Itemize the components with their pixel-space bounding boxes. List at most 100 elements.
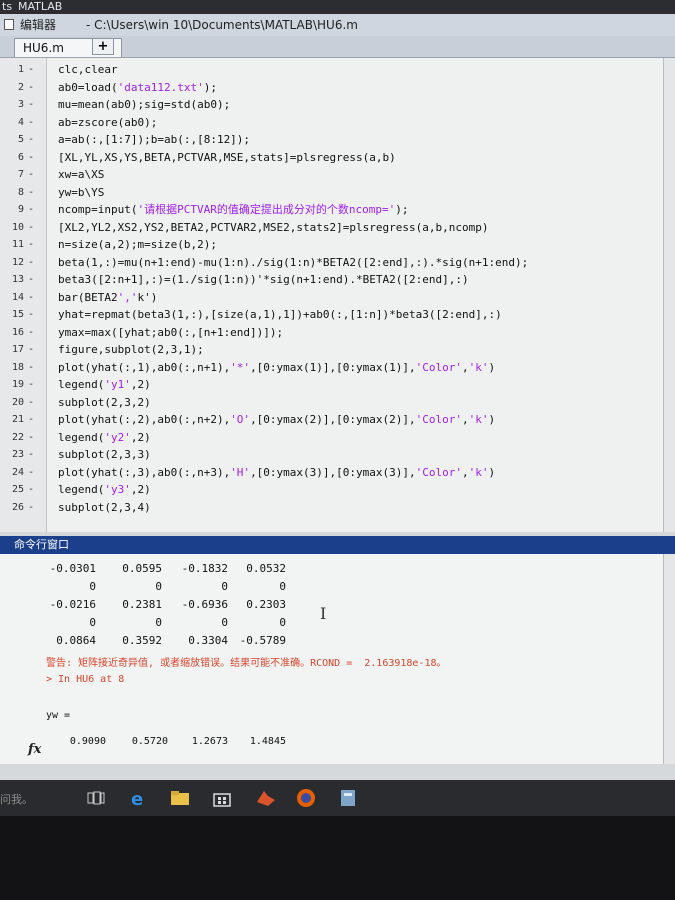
code-line[interactable]: 19- legend('y1',2) — [0, 376, 663, 394]
file-explorer-icon[interactable] — [168, 786, 192, 810]
code-line[interactable]: 4- ab=zscore(ab0); — [0, 114, 663, 132]
line-number: 18 — [11, 361, 24, 373]
code-line[interactable]: 22- legend('y2',2) — [0, 429, 663, 447]
code-line[interactable]: 3- mu=mean(ab0);sig=std(ab0); — [0, 96, 663, 114]
code-line[interactable]: 18- plot(yhat(:,1),ab0(:,n+1),'*',[0:ymax… — [0, 359, 663, 377]
error-location-link[interactable]: > In HU6 at 8 — [46, 674, 124, 685]
app-icon[interactable] — [336, 786, 360, 810]
matrix-cell: 0 — [279, 580, 286, 593]
breakpoint-marker[interactable]: - — [28, 184, 34, 202]
code-editor[interactable]: 1- clc,clear 2- ab0=load('data112.txt'); 3- m… — [0, 58, 663, 532]
code-line[interactable]: 1- clc,clear — [0, 61, 663, 79]
code-text: clc,clear — [58, 63, 118, 76]
code-line[interactable]: 7- xw=a\XS — [0, 166, 663, 184]
code-text: plot(yhat(:,3),ab0(:,n+3),'H',[0:ymax(3)… — [58, 465, 496, 479]
breakpoint-marker[interactable]: - — [28, 464, 34, 482]
top-strip-left: ts — [2, 0, 13, 13]
code-line[interactable]: 5- a=ab(:,[1:7]);b=ab(:,[8:12]); — [0, 131, 663, 149]
code-line[interactable]: 20- subplot(2,3,2) — [0, 394, 663, 412]
breakpoint-marker[interactable]: - — [28, 394, 34, 412]
editor-title-bar: 编辑器 - C:\Users\win 10\Documents\MATLAB\H… — [0, 14, 675, 36]
matrix-cell: -0.5789 — [239, 634, 286, 647]
breakpoint-marker[interactable]: - — [28, 201, 34, 219]
breakpoint-marker[interactable]: - — [28, 166, 34, 184]
breakpoint-marker[interactable]: - — [28, 96, 34, 114]
breakpoint-marker[interactable]: - — [28, 149, 34, 167]
firefox-icon[interactable] — [294, 786, 318, 810]
code-text: subplot(2,3,3) — [58, 448, 151, 461]
code-line[interactable]: 14- bar(BETA2','k') — [0, 289, 663, 307]
code-line[interactable]: 9- ncomp=input('请根据PCTVAR的值确定提出成分对的个数ncom… — [0, 201, 663, 219]
code-text: legend('y2',2) — [58, 430, 151, 444]
breakpoint-marker[interactable]: - — [28, 499, 34, 517]
command-window-title: 命令行窗口 — [14, 538, 69, 551]
store-icon[interactable] — [210, 786, 234, 810]
code-line[interactable]: 26- subplot(2,3,4) — [0, 499, 663, 517]
code-text: n=size(a,2);m=size(b,2); — [58, 238, 217, 251]
breakpoint-marker[interactable]: - — [28, 271, 34, 289]
code-line[interactable]: 8- yw=b\YS — [0, 184, 663, 202]
fx-prompt-icon[interactable]: fx — [28, 742, 41, 757]
code-line[interactable]: 23- subplot(2,3,3) — [0, 446, 663, 464]
breakpoint-marker[interactable]: - — [28, 219, 34, 237]
code-text: plot(yhat(:,2),ab0(:,n+2),'O',[0:ymax(2)… — [58, 413, 496, 426]
add-tab-button[interactable]: + — [92, 38, 114, 55]
breakpoint-marker[interactable]: - — [28, 411, 34, 429]
breakpoint-marker[interactable]: - — [28, 289, 34, 307]
code-line[interactable]: 2- ab0=load('data112.txt'); — [0, 79, 663, 97]
edge-browser-icon[interactable]: e — [126, 786, 150, 810]
breakpoint-marker[interactable]: - — [28, 359, 34, 377]
code-line[interactable]: 12- beta(1,:)=mu(n+1:end)-mu(1:n)./sig(1:… — [0, 254, 663, 272]
breakpoint-marker[interactable]: - — [28, 114, 34, 132]
task-view-icon[interactable] — [84, 786, 108, 810]
command-window-header: 命令行窗口 — [0, 536, 675, 554]
breakpoint-marker[interactable]: - — [28, 131, 34, 149]
code-text: beta(1,:)=mu(n+1:end)-mu(1:n)./sig(1:n)*… — [58, 255, 529, 269]
line-number: 24 — [11, 466, 24, 478]
code-line[interactable]: 17- figure,subplot(2,3,1); — [0, 341, 663, 359]
code-line[interactable]: 13- beta3([2:n+1],:)=(1./sig(1:n))'*sig(n… — [0, 271, 663, 289]
code-text: a=ab(:,[1:7]);b=ab(:,[8:12]); — [58, 133, 251, 146]
breakpoint-marker[interactable]: - — [28, 481, 34, 499]
code-text: ab0=load('data112.txt'); — [58, 80, 217, 94]
code-line[interactable]: 21- plot(yhat(:,2),ab0(:,n+2),'O',[0:ymax… — [0, 411, 663, 429]
line-number: 6 — [17, 151, 24, 163]
code-text: yhat=repmat(beta3(1,:),[size(a,1),1])+ab… — [58, 308, 502, 321]
code-line[interactable]: 6- [XL,YL,XS,YS,BETA,PCTVAR,MSE,stats]=pl… — [0, 149, 663, 167]
line-number: 12 — [11, 256, 24, 268]
breakpoint-marker[interactable]: - — [28, 324, 34, 342]
taskbar: 问我。 e — [0, 780, 675, 816]
breakpoint-marker[interactable]: - — [28, 254, 34, 272]
code-line[interactable]: 10- [XL2,YL2,XS2,YS2,BETA2,PCTVAR2,MSE2,s… — [0, 219, 663, 237]
editor-label: 编辑器 — [20, 18, 57, 32]
code-line[interactable]: 24- plot(yhat(:,3),ab0(:,n+3),'H',[0:ymax… — [0, 464, 663, 482]
breakpoint-marker[interactable]: - — [28, 376, 34, 394]
breakpoint-marker[interactable]: - — [28, 236, 34, 254]
code-line[interactable]: 25- legend('y3',2) — [0, 481, 663, 499]
code-line[interactable]: 15- yhat=repmat(beta3(1,:),[size(a,1),1])… — [0, 306, 663, 324]
matrix-cell: -0.6936 — [181, 598, 228, 611]
line-number: 21 — [11, 414, 24, 425]
search-hint[interactable]: 问我。 — [0, 791, 33, 807]
line-number: 2 — [17, 81, 24, 93]
breakpoint-marker[interactable]: - — [28, 446, 34, 464]
command-window[interactable]: -0.0301 0.0595 -0.1832 0.0532 0 0 0 0 -0.0216 0.2… — [0, 554, 663, 764]
breakpoint-marker[interactable]: - — [28, 306, 34, 324]
command-scrollbar[interactable] — [663, 554, 675, 764]
breakpoint-marker[interactable]: - — [28, 341, 34, 359]
line-number: 5 — [17, 134, 24, 145]
code-text: ymax=max([yhat;ab0(:,[n+1:end])]); — [58, 325, 284, 339]
matlab-icon[interactable] — [254, 786, 278, 810]
line-number: 23 — [11, 449, 24, 460]
code-line[interactable]: 16- ymax=max([yhat;ab0(:,[n+1:end])]); — [0, 324, 663, 342]
code-text: yw=b\YS — [58, 185, 105, 199]
breakpoint-marker[interactable]: - — [28, 61, 34, 79]
breakpoint-marker[interactable]: - — [28, 79, 34, 97]
breakpoint-marker[interactable]: - — [28, 429, 34, 447]
matrix-cell: 0.0532 — [246, 562, 286, 575]
code-text: [XL,YL,XS,YS,BETA,PCTVAR,MSE,stats]=plsr… — [58, 150, 396, 164]
matrix-cell: 0 — [89, 616, 96, 629]
editor-scrollbar[interactable] — [663, 58, 675, 532]
matrix-cell: 0.0595 — [122, 562, 162, 575]
code-line[interactable]: 11- n=size(a,2);m=size(b,2); — [0, 236, 663, 254]
